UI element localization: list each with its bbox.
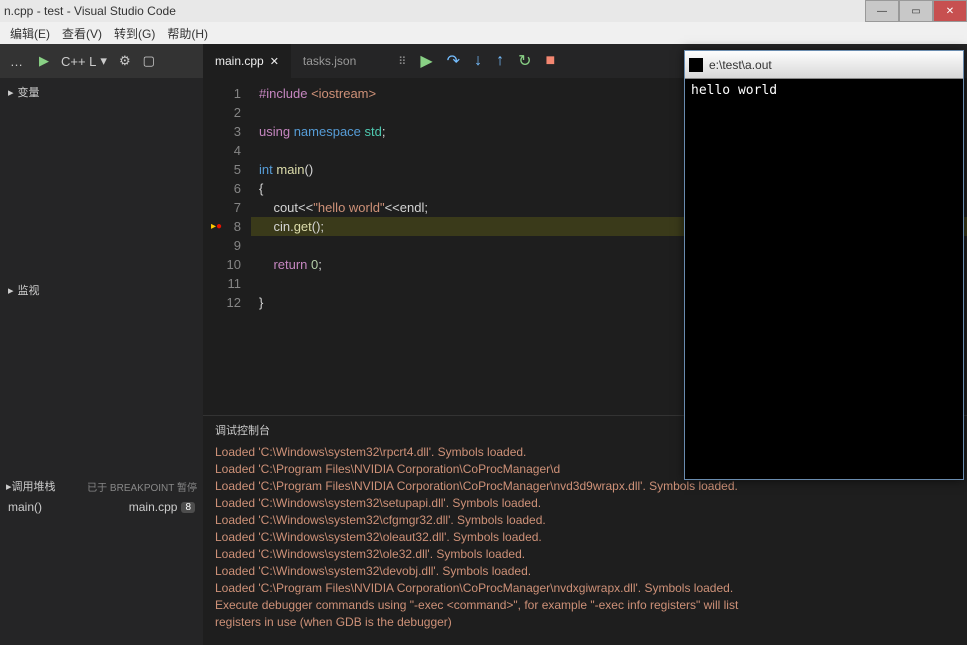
stop-icon[interactable]: ■ — [545, 52, 555, 70]
step-over-icon[interactable]: ↷ — [447, 51, 460, 71]
window-titlebar: n.cpp - test - Visual Studio Code — ▭ ✕ — [0, 0, 967, 22]
tab-tasks-json[interactable]: tasks.json — [291, 44, 368, 78]
debug-config-select[interactable]: C++ L ▾ — [61, 53, 107, 69]
gear-icon[interactable]: ⚙ — [119, 53, 131, 69]
tab-main-cpp[interactable]: main.cpp✕ — [203, 44, 291, 78]
console-icon[interactable]: ▢ — [143, 53, 155, 69]
callstack-function: main() — [8, 500, 42, 514]
window-title: n.cpp - test - Visual Studio Code — [4, 4, 176, 18]
chevron-down-icon: ▾ — [100, 53, 107, 69]
terminal-app-icon — [689, 58, 703, 72]
callstack-line: 8 — [181, 502, 195, 513]
step-into-icon[interactable]: ↓ — [474, 52, 482, 70]
debug-sidebar: … ▶ C++ L ▾ ⚙ ▢ ▸ 变量 ▸ 监视 ▸ 调用堆栈已于 BREAK… — [0, 44, 203, 645]
terminal-titlebar[interactable]: e:\test\a.out — [685, 51, 963, 79]
callstack-header[interactable]: ▸ 调用堆栈已于 BREAKPOINT 暂停 — [0, 474, 203, 498]
more-icon[interactable]: … — [6, 54, 27, 69]
menu-goto[interactable]: 转到(G) — [110, 25, 159, 42]
external-terminal-window[interactable]: e:\test\a.out hello world — [684, 50, 964, 480]
terminal-output: hello world — [685, 79, 963, 102]
callstack-file: main.cpp — [129, 500, 178, 514]
start-debug-icon[interactable]: ▶ — [39, 53, 49, 69]
callstack-frame[interactable]: main() main.cpp 8 — [0, 498, 203, 516]
debug-top-controls: … ▶ C++ L ▾ ⚙ ▢ — [0, 44, 203, 78]
continue-icon[interactable]: ▶ — [420, 51, 432, 71]
debug-toolbar: ⠿ ▶ ↷ ↓ ↑ ↻ ■ — [388, 44, 565, 78]
menu-edit[interactable]: 编辑(E) — [6, 25, 54, 42]
variables-header[interactable]: ▸ 变量 — [0, 78, 203, 106]
step-out-icon[interactable]: ↑ — [496, 52, 504, 70]
maximize-button[interactable]: ▭ — [899, 0, 933, 22]
menu-help[interactable]: 帮助(H) — [163, 25, 212, 42]
restart-icon[interactable]: ↻ — [518, 51, 531, 71]
drag-grip-icon[interactable]: ⠿ — [398, 55, 406, 68]
watch-header[interactable]: ▸ 监视 — [0, 276, 203, 304]
menu-view[interactable]: 查看(V) — [58, 25, 106, 42]
close-button[interactable]: ✕ — [933, 0, 967, 22]
terminal-title: e:\test\a.out — [709, 58, 772, 72]
minimize-button[interactable]: — — [865, 0, 899, 22]
close-tab-icon[interactable]: ✕ — [270, 55, 279, 68]
menu-bar: 编辑(E) 查看(V) 转到(G) 帮助(H) — [0, 22, 967, 44]
